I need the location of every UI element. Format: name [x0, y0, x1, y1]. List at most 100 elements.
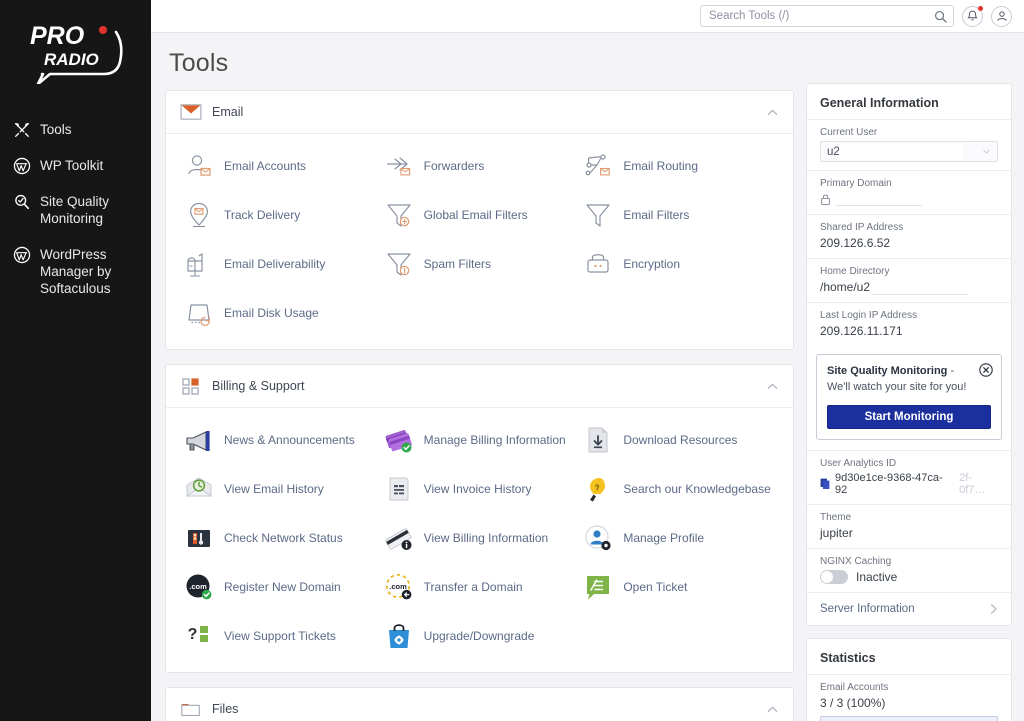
email-deliverability-icon	[184, 249, 214, 279]
shared-ip-label: Shared IP Address	[820, 222, 998, 233]
user-analytics-label: User Analytics ID	[820, 458, 998, 469]
site-quality-monitoring-promo: Site Quality Monitoring - We'll watch yo…	[816, 354, 1002, 440]
tool-label: Email Deliverability	[224, 257, 325, 271]
brand-logo[interactable]: PRO RADIO	[0, 0, 151, 98]
sidebar-item-wordpress-manager[interactable]: WordPress Manager by Softaculous	[0, 237, 151, 307]
account-button[interactable]	[991, 6, 1012, 27]
manage-profile-icon	[583, 523, 613, 553]
chevron-up-icon[interactable]	[766, 380, 779, 393]
app-root: PRO RADIO Tools	[0, 0, 1024, 721]
promo-body: We'll watch your site for you!	[827, 381, 966, 393]
tool-global-email-filters[interactable]: Global Email Filters	[380, 195, 580, 235]
tool-view-email-history[interactable]: View Email History	[180, 469, 380, 509]
bell-icon	[967, 10, 978, 22]
tool-track-delivery[interactable]: Track Delivery	[180, 195, 380, 235]
grid-squares-icon	[180, 376, 202, 396]
tool-email-accounts[interactable]: Email Accounts	[180, 146, 380, 186]
panel-title: Statistics	[807, 639, 1011, 674]
tool-manage-profile[interactable]: Manage Profile	[579, 518, 779, 558]
track-delivery-icon	[184, 200, 214, 230]
credit-cards-icon	[384, 425, 414, 455]
tool-transfer-a-domain[interactable]: .com Transfer a Domain	[380, 567, 580, 607]
tool-spam-filters[interactable]: Spam Filters	[380, 244, 580, 284]
tool-email-routing[interactable]: Email Routing	[579, 146, 779, 186]
tool-label: Manage Billing Information	[424, 433, 566, 447]
toggle-knob	[821, 571, 833, 583]
spacer	[807, 346, 1011, 354]
section-title: Files	[212, 702, 756, 716]
user-analytics-value: 9d30e1ce-9368-47ca-92	[835, 472, 954, 496]
statistics-panel: Statistics Email Accounts 3 / 3 (100%) U…	[806, 638, 1012, 721]
top-bar	[151, 0, 1024, 33]
notifications-button[interactable]	[962, 6, 983, 27]
section-header-files[interactable]: Files	[166, 688, 793, 721]
chevron-up-icon[interactable]	[766, 106, 779, 119]
tool-open-ticket[interactable]: Open Ticket	[579, 567, 779, 607]
sidebar-item-label: WordPress Manager by Softaculous	[40, 246, 139, 298]
open-ticket-icon	[583, 572, 613, 602]
tool-label: Email Routing	[623, 159, 698, 173]
tool-email-filters[interactable]: Email Filters	[579, 195, 779, 235]
start-monitoring-button[interactable]: Start Monitoring	[827, 405, 991, 429]
stat-label: Email Accounts	[820, 682, 998, 693]
wordpress-icon	[13, 157, 31, 175]
lightbulb-icon	[583, 474, 613, 504]
section-header-billing-support[interactable]: Billing & Support	[166, 365, 793, 408]
section-title: Email	[212, 105, 756, 119]
tool-forwarders[interactable]: Forwarders	[380, 146, 580, 186]
section-header-email[interactable]: Email	[166, 91, 793, 134]
email-disk-usage-icon	[184, 298, 214, 328]
tool-label: Open Ticket	[623, 580, 687, 594]
lock-icon	[820, 193, 831, 206]
forwarders-icon	[384, 151, 414, 181]
tool-email-disk-usage[interactable]: Email Disk Usage	[180, 293, 380, 333]
shared-ip-value: 209.126.6.52	[820, 236, 998, 250]
tool-search-knowledgebase[interactable]: Search our Knowledgebase	[579, 469, 779, 509]
email-accounts-icon	[184, 151, 214, 181]
tool-manage-billing-information[interactable]: Manage Billing Information	[380, 420, 580, 460]
general-information-panel: General Information Current User u2	[806, 83, 1012, 626]
search-box[interactable]	[700, 5, 954, 27]
current-user-value: u2	[821, 146, 840, 158]
home-directory-row: Home Directory /home/u2	[807, 258, 1011, 302]
sidebar-item-tools[interactable]: Tools	[0, 112, 151, 148]
nginx-caching-row: NGINX Caching Inactive	[807, 548, 1011, 592]
tool-label: Check Network Status	[224, 531, 343, 545]
tool-encryption[interactable]: Encryption	[579, 244, 779, 284]
wordpress-icon	[13, 246, 31, 264]
stat-value: 3 / 3 (100%)	[820, 696, 998, 710]
tool-view-invoice-history[interactable]: View Invoice History	[380, 469, 580, 509]
tool-upgrade-downgrade[interactable]: Upgrade/Downgrade	[380, 616, 580, 656]
sidebar-nav: Tools WP Toolkit Site Quality Monitoring	[0, 112, 151, 306]
tool-label: Transfer a Domain	[424, 580, 523, 594]
section-card-billing-support: Billing & Support	[165, 364, 794, 673]
section-title: Billing & Support	[212, 379, 756, 393]
tool-check-network-status[interactable]: Check Network Status	[180, 518, 380, 558]
search-input[interactable]	[701, 6, 953, 26]
tool-label: Upgrade/Downgrade	[424, 629, 535, 643]
close-circle-icon[interactable]	[979, 363, 993, 377]
nginx-caching-toggle[interactable]	[820, 570, 848, 584]
upgrade-button[interactable]: Upgrade	[820, 716, 998, 721]
upgrade-bag-icon	[384, 621, 414, 651]
search-icon[interactable]	[934, 10, 947, 23]
spam-filters-icon	[384, 249, 414, 279]
pro-radio-logo-icon: PRO RADIO	[24, 18, 128, 84]
user-analytics-row: User Analytics ID 9d30e1ce-9368-47ca-922…	[807, 450, 1011, 504]
home-directory-label: Home Directory	[820, 266, 998, 277]
chevron-up-icon[interactable]	[766, 703, 779, 716]
tool-news-announcements[interactable]: News & Announcements	[180, 420, 380, 460]
sidebar-item-wp-toolkit[interactable]: WP Toolkit	[0, 148, 151, 184]
tool-grid-billing-support: News & Announcements	[166, 408, 793, 672]
sidebar-item-site-quality-monitoring[interactable]: Site Quality Monitoring	[0, 184, 151, 237]
tool-register-new-domain[interactable]: .com Register New Domain	[180, 567, 380, 607]
server-information-link[interactable]: Server Information	[807, 592, 1011, 625]
current-user-select[interactable]: u2	[820, 141, 998, 162]
tool-view-billing-information[interactable]: View Billing Information	[380, 518, 580, 558]
tool-download-resources[interactable]: Download Resources	[579, 420, 779, 460]
tool-email-deliverability[interactable]: Email Deliverability	[180, 244, 380, 284]
tool-view-support-tickets[interactable]: ? View Support Tickets	[180, 616, 380, 656]
copy-icon[interactable]	[820, 478, 830, 490]
home-directory-value: /home/u2	[820, 280, 870, 294]
email-routing-icon	[583, 151, 613, 181]
